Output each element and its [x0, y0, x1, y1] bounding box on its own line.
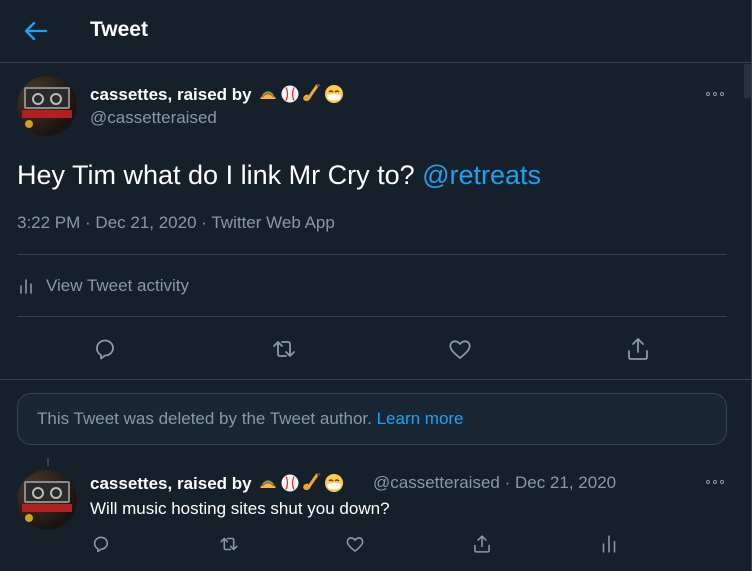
baseball-emoji	[280, 473, 300, 493]
mask-face-emoji	[324, 84, 344, 104]
share-icon	[474, 535, 490, 553]
activity-label: View Tweet activity	[46, 276, 189, 295]
tweet-text: Hey Tim what do I link Mr Cry to? @retre…	[17, 160, 541, 191]
share-icon	[628, 338, 648, 360]
like-button[interactable]	[446, 335, 474, 363]
tweet-body: Hey Tim what do I link Mr Cry to?	[17, 160, 423, 190]
taco-emoji	[258, 473, 278, 493]
reply-analytics-button[interactable]	[598, 533, 620, 555]
reply-retweet-button[interactable]	[218, 533, 240, 555]
reply-share-button[interactable]	[471, 533, 493, 555]
view-tweet-activity-link[interactable]: View Tweet activity	[18, 276, 189, 296]
deleted-notice-text: This Tweet was deleted by the Tweet auth…	[37, 409, 377, 428]
author-name-text: cassettes, raised by	[90, 85, 252, 104]
mask-face-emoji	[324, 473, 344, 493]
reply-tweet-text: Will music hosting sites shut you down?	[90, 499, 390, 518]
author-handle[interactable]: @cassetteraised	[90, 108, 217, 128]
saxophone-emoji	[302, 473, 322, 493]
divider	[0, 379, 751, 380]
more-dot-icon	[720, 480, 724, 484]
retweet-icon	[273, 341, 295, 357]
divider	[17, 254, 727, 255]
reply-handle-date[interactable]: @cassetteraised · Dec 21, 2020	[373, 473, 616, 493]
reply-reply-button[interactable]	[90, 533, 112, 555]
more-options-button[interactable]	[700, 84, 730, 104]
more-dot-icon	[713, 480, 717, 484]
reply-button[interactable]	[91, 335, 119, 363]
mention-link[interactable]: @retreats	[422, 160, 541, 190]
more-dot-icon	[720, 92, 724, 96]
baseball-emoji	[280, 84, 300, 104]
reply-icon	[96, 339, 114, 360]
taco-emoji	[258, 84, 278, 104]
page-title: Tweet	[90, 18, 148, 41]
reply-more-options-button[interactable]	[700, 472, 730, 492]
author-name[interactable]: cassettes, raised by	[90, 84, 344, 105]
divider	[17, 316, 727, 317]
bar-chart-icon	[602, 535, 616, 553]
reply-author-name-text: cassettes, raised by	[90, 474, 252, 493]
retweet-button[interactable]	[270, 335, 298, 363]
arrow-left-icon	[24, 21, 48, 41]
more-dot-icon	[706, 480, 710, 484]
retweet-icon	[220, 537, 238, 551]
back-button[interactable]	[22, 17, 50, 45]
learn-more-link[interactable]: Learn more	[377, 409, 464, 428]
reply-author-name[interactable]: cassettes, raised by	[90, 473, 344, 494]
reply-icon	[93, 536, 109, 553]
share-button[interactable]	[624, 335, 652, 363]
heart-icon	[346, 537, 364, 552]
more-dot-icon	[713, 92, 717, 96]
page-header: Tweet	[0, 0, 751, 63]
reply-avatar[interactable]	[17, 470, 77, 530]
deleted-tweet-notice: This Tweet was deleted by the Tweet auth…	[17, 393, 727, 445]
thread-connector	[47, 458, 49, 466]
scrollbar-thumb[interactable]	[744, 64, 751, 98]
tweet-page: Tweet cassettes, raised by @cassetterais…	[0, 0, 752, 571]
more-dot-icon	[706, 92, 710, 96]
reply-like-button[interactable]	[344, 533, 366, 555]
avatar[interactable]	[17, 76, 77, 136]
saxophone-emoji	[302, 84, 322, 104]
heart-icon	[449, 340, 471, 359]
bar-chart-icon	[20, 279, 32, 294]
tweet-timestamp[interactable]: 3:22 PM · Dec 21, 2020 · Twitter Web App	[17, 213, 335, 233]
